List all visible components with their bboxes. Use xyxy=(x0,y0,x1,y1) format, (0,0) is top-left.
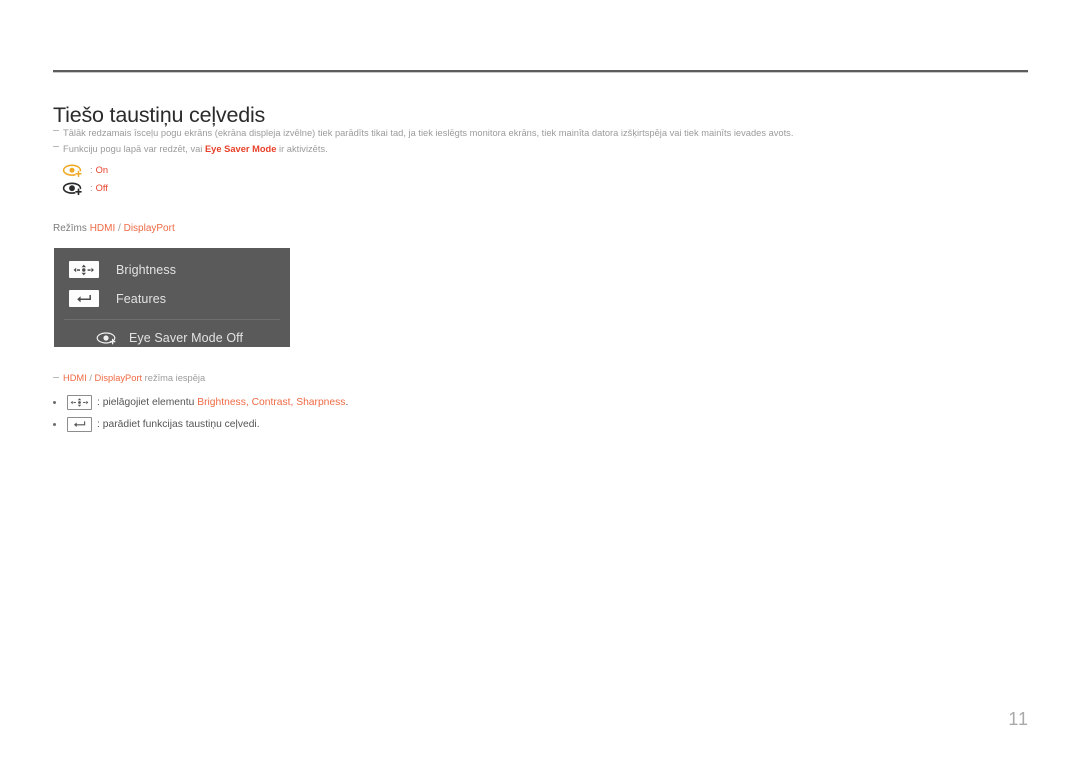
bullet-item-brightness: : pielāgojiet elementu Brightness, Contr… xyxy=(53,391,348,413)
bullet-text-pre: pielāgojiet elementu xyxy=(99,396,198,408)
page-number: 11 xyxy=(1008,709,1029,729)
eye-saver-legend: : On : Off xyxy=(62,161,108,197)
foot-note-hdmi: HDMI xyxy=(63,373,87,383)
enter-return-icon xyxy=(69,290,99,307)
legend-separator: : xyxy=(90,183,93,193)
mode-label-hdmi: HDMI xyxy=(89,223,116,234)
eye-saver-off-icon xyxy=(62,181,84,195)
note-text-tail: ir aktivizēts. xyxy=(276,143,328,154)
bullet-item-features: : parādiet funkcijas taustiņu ceļvedi. xyxy=(53,413,348,435)
mode-label-displayport: DisplayPort xyxy=(123,223,175,234)
bullet-list: : pielāgojiet elementu Brightness, Contr… xyxy=(53,391,348,435)
joystick-4way-icon xyxy=(67,394,92,410)
note-item: Funkciju pogu lapā var redzēt, vai Eye S… xyxy=(53,142,1033,158)
osd-item-brightness: Brightness xyxy=(54,255,290,284)
eye-saver-mode-icon xyxy=(95,331,119,346)
legend-label-on: On xyxy=(95,165,108,175)
legend-row-on: : On xyxy=(62,161,108,179)
enter-return-icon xyxy=(67,416,92,432)
mode-label-slash: / xyxy=(118,223,121,234)
page-title: Tiešo taustiņu ceļvedis xyxy=(53,103,266,128)
foot-note-slash: / xyxy=(89,373,92,383)
mode-label: Režīms HDMI / DisplayPort xyxy=(53,223,175,234)
bullet-text: : pielāgojiet elementu Brightness, Contr… xyxy=(97,397,348,408)
osd-label-features: Features xyxy=(116,291,167,306)
bullet-highlight: Brightness, Contrast, Sharpness xyxy=(197,396,346,408)
note-text: Funkciju pogu lapā var redzēt, vai xyxy=(63,143,205,154)
bullet-text: : parādiet funkcijas taustiņu ceļvedi. xyxy=(97,419,260,430)
foot-note-rest: režīma iespēja xyxy=(142,373,206,383)
osd-label-eye-saver: Eye Saver Mode Off xyxy=(128,331,244,345)
joystick-4way-icon xyxy=(69,261,99,278)
bullet-dot-icon xyxy=(53,400,56,404)
header-divider xyxy=(53,70,1028,73)
bullet-dot-icon xyxy=(53,422,56,426)
osd-footer-eye-saver: Eye Saver Mode Off xyxy=(54,320,290,356)
osd-item-features: Features xyxy=(54,284,290,313)
note-list: Tālāk redzamais īsceļu pogu ekrāns (ekrā… xyxy=(53,126,1033,157)
bullet-text-post: . xyxy=(345,396,349,408)
bullet-text-pre: parādiet funkcijas taustiņu ceļvedi. xyxy=(99,418,260,430)
note-dash-icon xyxy=(53,377,59,378)
manual-page: Tiešo taustiņu ceļvedis Tālāk redzamais … xyxy=(0,0,1080,763)
legend-row-off: : Off xyxy=(62,179,108,197)
note-dash-icon xyxy=(53,130,59,131)
mode-label-prefix: Režīms xyxy=(53,223,87,234)
note-highlight: Eye Saver Mode xyxy=(204,143,277,154)
foot-note-displayport: DisplayPort xyxy=(94,373,143,383)
legend-label-off: Off xyxy=(95,183,108,193)
eye-saver-on-icon xyxy=(62,164,84,177)
foot-note: HDMI / DisplayPort režīma iespēja xyxy=(53,373,205,383)
osd-preview-panel: Brightness Features Eye Saver Mode Off xyxy=(54,248,290,347)
legend-separator: : xyxy=(90,165,93,175)
osd-label-brightness: Brightness xyxy=(116,262,177,277)
note-text: Tālāk redzamais īsceļu pogu ekrāns (ekrā… xyxy=(63,128,794,138)
note-dash-icon xyxy=(53,145,59,147)
note-item: Tālāk redzamais īsceļu pogu ekrāns (ekrā… xyxy=(53,126,1033,142)
